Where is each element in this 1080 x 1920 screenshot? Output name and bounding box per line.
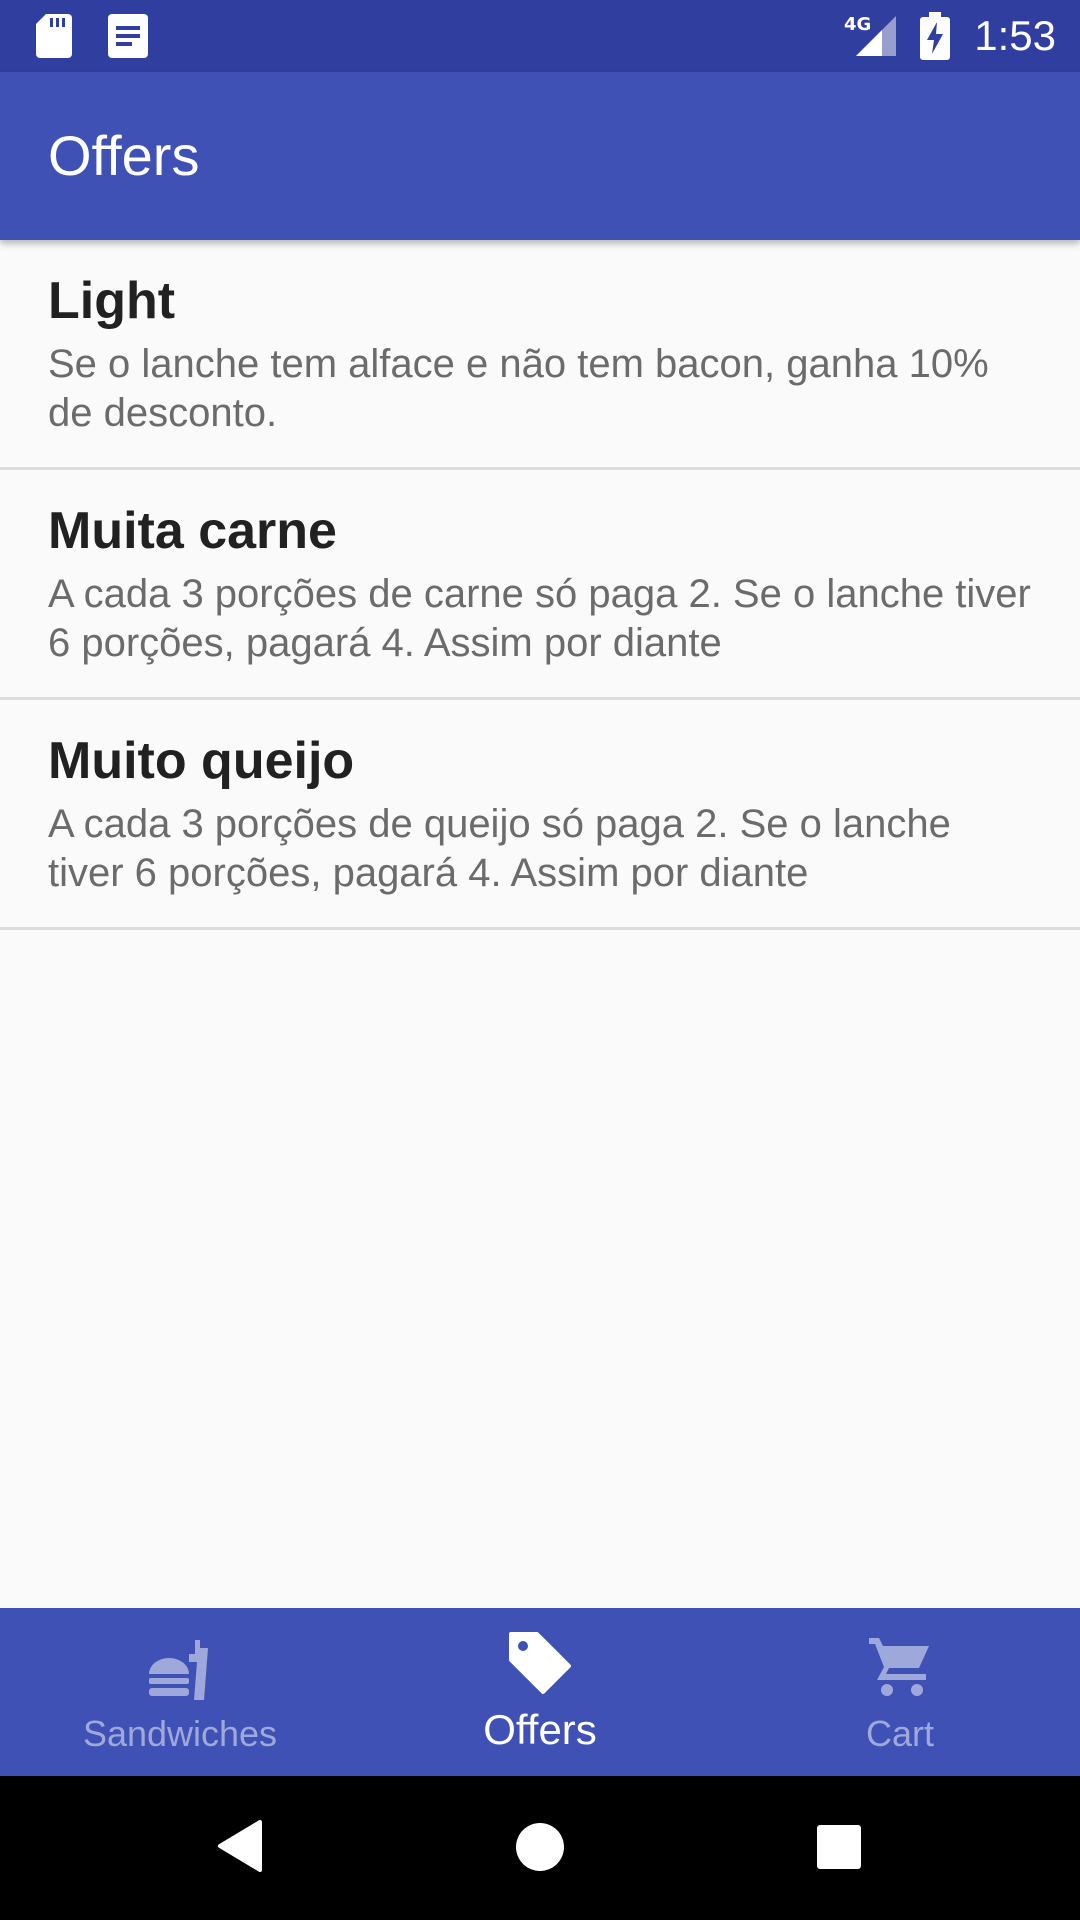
list-item[interactable]: Muito queijo A cada 3 porções de queijo … bbox=[0, 700, 1080, 930]
tag-icon bbox=[507, 1630, 573, 1701]
home-icon[interactable] bbox=[514, 1821, 566, 1878]
offer-list: Light Se o lanche tem alface e não tem b… bbox=[0, 240, 1080, 930]
offer-title: Muito queijo bbox=[48, 732, 355, 790]
offer-title: Light bbox=[48, 272, 176, 330]
page-title: Offers bbox=[48, 124, 200, 187]
status-time: 1:53 bbox=[974, 12, 1056, 59]
nav-item-cart[interactable]: Cart bbox=[720, 1608, 1080, 1776]
battery-charging-icon bbox=[920, 12, 950, 65]
offer-title: Muita carne bbox=[48, 502, 337, 560]
signal-4g-icon: 4G bbox=[842, 12, 898, 63]
nav-label: Sandwiches bbox=[82, 1713, 278, 1754]
recents-icon[interactable] bbox=[816, 1824, 862, 1875]
list-item[interactable]: Light Se o lanche tem alface e não tem b… bbox=[0, 240, 1080, 470]
cart-icon bbox=[867, 1634, 933, 1705]
back-icon[interactable] bbox=[216, 1820, 264, 1877]
system-navigation-bar bbox=[0, 1776, 1080, 1920]
nav-item-sandwiches[interactable]: Sandwiches bbox=[0, 1608, 360, 1776]
list-item[interactable]: Muita carne A cada 3 porções de carne só… bbox=[0, 470, 1080, 700]
sd-card-icon bbox=[36, 14, 72, 63]
screen: 4G 1:53 Offers Light Se o lanche tem alf… bbox=[0, 0, 1080, 1920]
offer-description: Se o lanche tem alface e não tem bacon, … bbox=[48, 342, 989, 435]
nav-label: Offers bbox=[483, 1706, 597, 1753]
offer-description: A cada 3 porções de carne só paga 2. Se … bbox=[48, 572, 1031, 665]
fastfood-icon bbox=[145, 1634, 215, 1709]
offer-description: A cada 3 porções de queijo só paga 2. Se… bbox=[48, 802, 951, 895]
bottom-navigation: Sandwiches Offers Cart bbox=[0, 1608, 1080, 1776]
notification-icon bbox=[108, 14, 148, 63]
status-bar: 4G 1:53 bbox=[0, 0, 1080, 72]
nav-label: Cart bbox=[865, 1713, 934, 1754]
network-label: 4G bbox=[844, 14, 871, 35]
nav-item-offers[interactable]: Offers bbox=[360, 1608, 720, 1776]
app-bar: Offers bbox=[0, 72, 1080, 240]
